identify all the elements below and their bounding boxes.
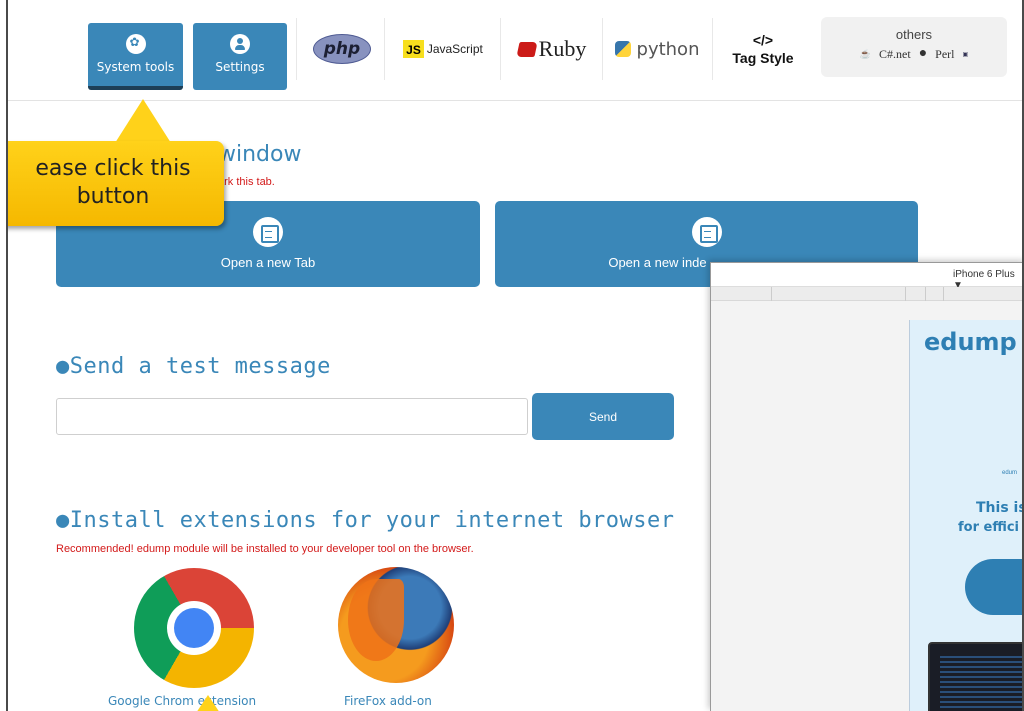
gear-icon <box>125 34 146 54</box>
tag-style-label: Tag Style <box>732 50 794 66</box>
tab-tag-style[interactable]: </> Tag Style <box>718 17 808 81</box>
ruby-gem-icon <box>516 41 538 57</box>
window-section-heading: window <box>218 142 302 167</box>
top-toolbar: System tools Settings php JS JavaScript … <box>8 0 1022 101</box>
edump-small-text: edum <box>1002 470 1018 476</box>
settings-button[interactable]: Settings <box>193 23 287 90</box>
window-section-note: ark this tab. <box>218 176 275 188</box>
code-tag-icon: </> <box>752 32 774 48</box>
send-message-heading: ●Send a test message <box>56 354 331 379</box>
firefox-addon-link[interactable]: FireFox add-on <box>344 694 432 708</box>
tab-javascript[interactable]: JS JavaScript <box>388 17 498 81</box>
extensions-heading: ●Install extensions for your internet br… <box>56 508 675 533</box>
settings-label: Settings <box>215 60 265 74</box>
window-icon <box>253 217 283 247</box>
perl-icon: ● <box>918 46 928 61</box>
csharp-label: C#.net <box>879 46 911 61</box>
callout-arrow <box>115 99 171 143</box>
device-preview-window: iPhone 6 Plus ▼ edump edum This is for e… <box>710 262 1024 711</box>
javascript-label: JavaScript <box>426 42 483 56</box>
php-logo-icon: php <box>313 34 371 64</box>
preview-screen: edump edum This is for effici <box>909 320 1024 711</box>
others-menu[interactable]: others ☕ C#.net ● Perl ▣ <box>821 17 1007 77</box>
app-frame: System tools Settings php JS JavaScript … <box>6 0 1024 711</box>
tab-python[interactable]: python <box>606 17 708 81</box>
tab-php[interactable]: php <box>302 17 382 81</box>
perl-label: Perl <box>935 46 955 61</box>
tooltip-callout: ease click this button <box>8 141 224 226</box>
window-icon <box>691 217 722 247</box>
laptop-screenshot <box>928 642 1022 711</box>
java-icon: ☕ <box>859 48 872 59</box>
preview-toolbar <box>711 287 1022 301</box>
device-selector[interactable]: iPhone 6 Plus ▼ <box>711 263 1022 291</box>
others-label: others <box>895 27 933 42</box>
divider <box>602 18 603 80</box>
extensions-note: Recommended! edump module will be instal… <box>56 543 474 555</box>
chrome-extension-link[interactable]: Google Chrom extension <box>108 694 256 708</box>
send-button[interactable]: Send <box>532 393 674 440</box>
divider <box>384 18 385 80</box>
tab-ruby[interactable]: Ruby <box>506 17 598 81</box>
user-icon <box>230 34 250 54</box>
chrome-logo-icon[interactable] <box>134 568 254 688</box>
system-tools-button[interactable]: System tools <box>88 23 183 90</box>
edump-brand: edump <box>924 328 1017 356</box>
preview-tagline-2: for effici <box>958 520 1020 535</box>
python-label: python <box>636 38 700 60</box>
divider <box>296 18 297 80</box>
ruby-label: Ruby <box>538 36 587 61</box>
callout-line-1: ease click this <box>35 156 191 181</box>
preview-tagline-1: This is <box>976 500 1024 516</box>
system-tools-label: System tools <box>96 60 175 74</box>
js-logo-icon: JS <box>403 40 424 58</box>
callout-arrow-lower <box>196 695 220 711</box>
preview-cta-button[interactable] <box>965 559 1022 615</box>
firefox-logo-icon[interactable] <box>338 567 454 683</box>
vbscript-icon: ▣ <box>962 51 969 58</box>
callout-line-2: button <box>76 184 150 209</box>
divider <box>712 18 713 80</box>
python-logo-icon <box>614 41 631 57</box>
divider <box>500 18 501 80</box>
message-input[interactable] <box>56 398 528 435</box>
open-new-tab-label: Open a new Tab <box>220 255 316 270</box>
